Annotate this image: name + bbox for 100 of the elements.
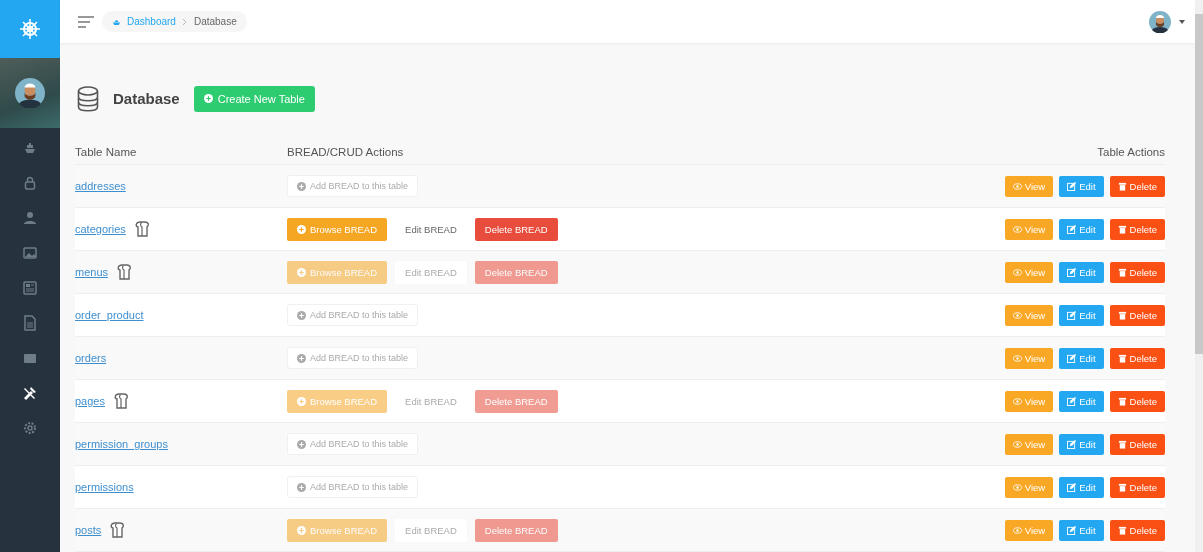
add-bread-button[interactable]: Add BREAD to this table [287, 347, 419, 369]
bread-icon [133, 221, 150, 237]
user-icon[interactable] [22, 210, 38, 226]
delete-bread-button[interactable]: Delete BREAD [474, 217, 558, 241]
avatar[interactable] [1149, 10, 1171, 33]
add-bread-button[interactable]: Add BREAD to this table [287, 476, 419, 498]
delete-button[interactable]: Delete [1109, 175, 1165, 197]
create-table-button[interactable]: Create New Table [193, 85, 315, 112]
table-name-link[interactable]: permission_groups [75, 438, 168, 450]
table-name-link[interactable]: menus [75, 266, 109, 278]
edit-button[interactable]: Edit [1059, 476, 1104, 498]
caret-icon[interactable] [1179, 19, 1185, 24]
delete-button[interactable]: Delete [1109, 476, 1165, 498]
view-button[interactable]: View [1004, 304, 1054, 326]
eye-icon [1012, 224, 1022, 234]
view-button[interactable]: View [1004, 218, 1054, 240]
eye-icon [1012, 396, 1022, 406]
table-name-link[interactable]: pages [75, 395, 105, 407]
plus-circle-icon [297, 439, 306, 449]
browse-bread-button[interactable]: Browse BREAD [287, 518, 388, 542]
table-name-link[interactable]: order_product [75, 309, 144, 321]
image-icon[interactable] [22, 245, 38, 261]
table-name-link[interactable]: orders [75, 352, 107, 364]
menu-icon[interactable] [78, 15, 94, 28]
edit-button[interactable]: Edit [1059, 218, 1104, 240]
gear-icon[interactable] [22, 420, 38, 436]
view-button[interactable]: View [1004, 433, 1054, 455]
edit-button[interactable]: Edit [1059, 433, 1104, 455]
trash-icon [1117, 310, 1127, 320]
view-button[interactable]: View [1004, 519, 1054, 541]
plus-circle-icon [297, 525, 306, 535]
delete-button[interactable]: Delete [1109, 433, 1165, 455]
delete-button[interactable]: Delete [1109, 390, 1165, 412]
view-button[interactable]: View [1004, 476, 1054, 498]
view-button[interactable]: View [1004, 175, 1054, 197]
trash-icon [1117, 525, 1127, 535]
edit-button[interactable]: Edit [1059, 261, 1104, 283]
avatar[interactable] [15, 78, 45, 108]
trash-icon [1117, 224, 1127, 234]
plus-circle-icon [297, 482, 306, 492]
plus-circle-icon [203, 94, 213, 104]
eye-icon [1012, 439, 1022, 449]
delete-bread-button[interactable]: Delete BREAD [474, 389, 558, 413]
delete-bread-button[interactable]: Delete BREAD [474, 260, 558, 284]
trash-icon [1117, 353, 1127, 363]
browse-bread-button[interactable]: Browse BREAD [287, 217, 388, 241]
edit-icon [1067, 267, 1077, 277]
edit-button[interactable]: Edit [1059, 175, 1104, 197]
add-bread-button[interactable]: Add BREAD to this table [287, 304, 419, 326]
edit-icon [1067, 482, 1077, 492]
add-bread-button[interactable]: Add BREAD to this table [287, 175, 419, 197]
browse-bread-button[interactable]: Browse BREAD [287, 260, 388, 284]
edit-icon [1067, 396, 1077, 406]
edit-icon [1067, 525, 1077, 535]
edit-bread-button[interactable]: Edit BREAD [395, 518, 467, 542]
lock-icon[interactable] [22, 175, 38, 191]
table-name-link[interactable]: permissions [75, 481, 134, 493]
column-header: Table Name [75, 146, 138, 158]
edit-icon [1067, 439, 1077, 449]
breadcrumb-link[interactable]: Dashboard [127, 16, 176, 28]
bread-icon [109, 522, 126, 538]
table-name-link[interactable]: posts [75, 524, 102, 536]
delete-button[interactable]: Delete [1109, 519, 1165, 541]
add-bread-button[interactable]: Add BREAD to this table [287, 433, 419, 455]
edit-button[interactable]: Edit [1059, 519, 1104, 541]
view-button[interactable]: View [1004, 261, 1054, 283]
news-icon[interactable] [22, 280, 38, 296]
view-button[interactable]: View [1004, 390, 1054, 412]
delete-button[interactable]: Delete [1109, 347, 1165, 369]
eye-icon [1012, 181, 1022, 191]
logo-icon[interactable] [0, 0, 60, 58]
page-title: Database [113, 90, 180, 108]
table-name-link[interactable]: categories [75, 223, 126, 235]
file-icon[interactable] [22, 315, 38, 331]
eye-icon [1012, 267, 1022, 277]
chevron-icon [181, 17, 188, 26]
trash-icon [1117, 267, 1127, 277]
table-name-link[interactable]: addresses [75, 180, 126, 192]
delete-button[interactable]: Delete [1109, 218, 1165, 240]
trash-icon [1117, 396, 1127, 406]
delete-button[interactable]: Delete [1109, 261, 1165, 283]
delete-bread-button[interactable]: Delete BREAD [474, 518, 558, 542]
edit-button[interactable]: Edit [1059, 347, 1104, 369]
edit-button[interactable]: Edit [1059, 304, 1104, 326]
edit-button[interactable]: Edit [1059, 390, 1104, 412]
view-button[interactable]: View [1004, 347, 1054, 369]
eye-icon [1012, 310, 1022, 320]
edit-bread-button[interactable]: Edit BREAD [395, 260, 467, 284]
column-header: BREAD/CRUD Actions [287, 146, 405, 158]
edit-icon [1067, 224, 1077, 234]
browse-bread-button[interactable]: Browse BREAD [287, 389, 388, 413]
eye-icon [1012, 482, 1022, 492]
tools-icon[interactable] [22, 385, 38, 401]
edit-icon [1067, 181, 1077, 191]
ship-icon[interactable] [22, 140, 38, 156]
edit-icon [1067, 353, 1077, 363]
plus-circle-icon [297, 396, 306, 406]
scrollbar-thumb[interactable] [1195, 14, 1203, 354]
delete-button[interactable]: Delete [1109, 304, 1165, 326]
edit-icon [1067, 310, 1077, 320]
